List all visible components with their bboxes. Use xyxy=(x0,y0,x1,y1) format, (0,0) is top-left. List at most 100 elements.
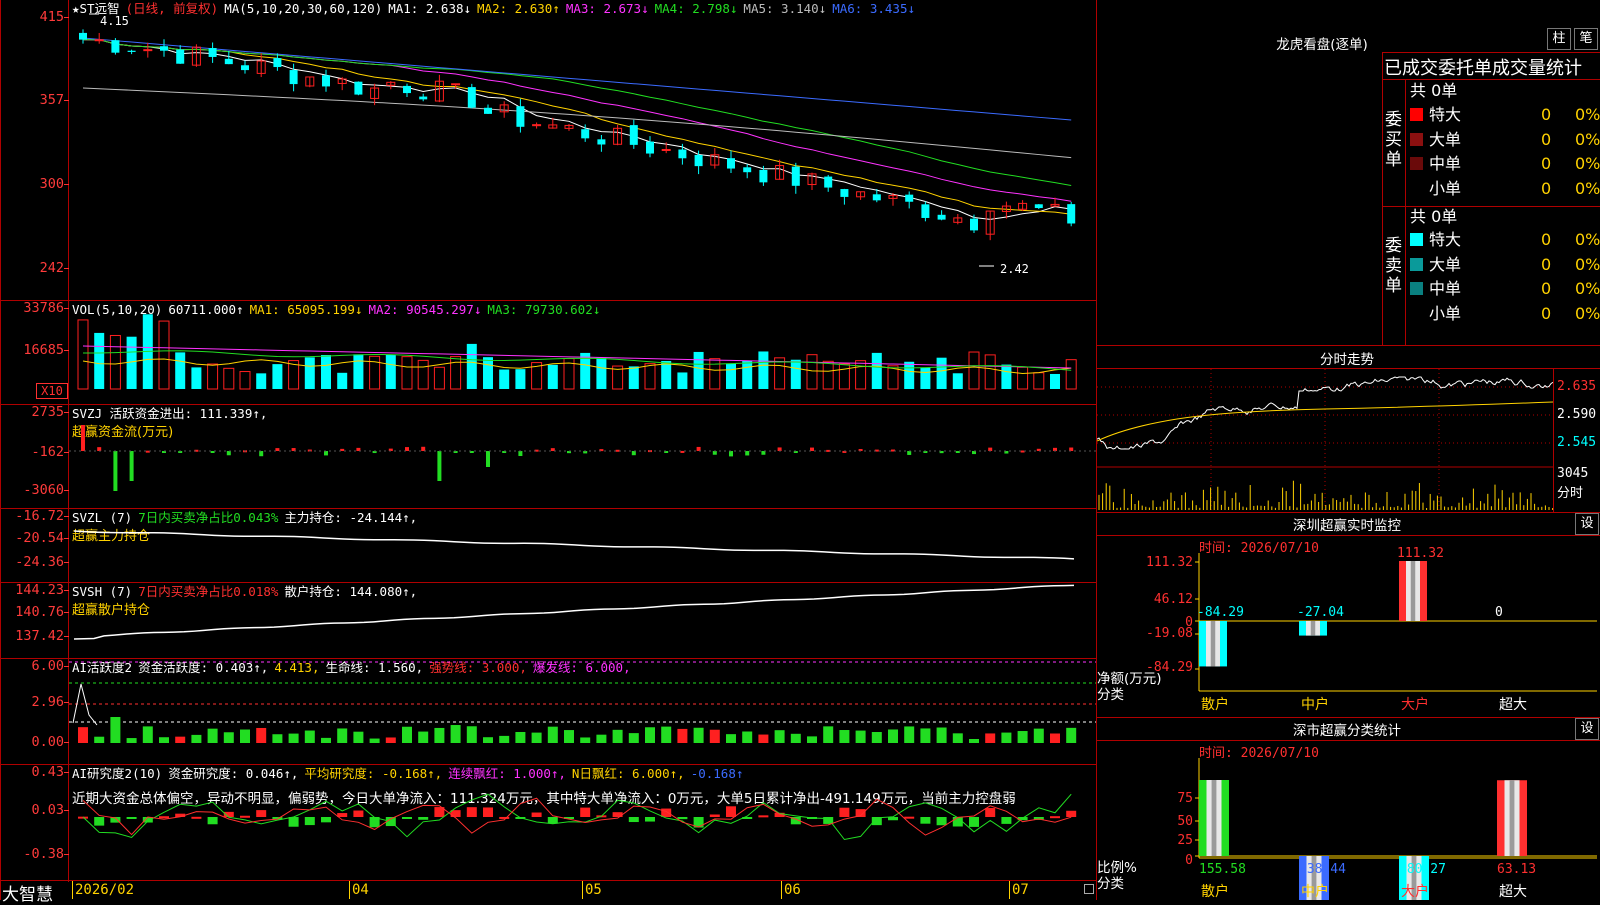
research-bar xyxy=(758,815,769,818)
date-tick xyxy=(349,881,350,899)
volume-bar xyxy=(968,351,980,390)
price-panel[interactable]: 415 357 300 242 ★ST远智 (日线, 前复权) MA(5,10,20,30… xyxy=(0,0,1096,300)
ai-research-panel[interactable]: 0.43 0.03 -0.38 AI研究度2(10) 资金研究度: 0.046↑, 平均… xyxy=(0,765,1096,880)
activity-bar xyxy=(402,726,412,743)
candle-body xyxy=(79,32,87,40)
activity-bar xyxy=(1066,727,1077,743)
research-bar xyxy=(288,817,299,827)
lhb-panel[interactable]: 龙虎看盘(逐单) 柱 笔 已成交委托单成交量统计 委买单 共 0单 特大 0 0% 大… xyxy=(1097,0,1600,345)
volume-bar xyxy=(677,372,688,389)
axis-label: 0.43 xyxy=(31,764,64,780)
volume-bar xyxy=(855,360,867,390)
candle-body xyxy=(921,204,930,218)
bar-shade xyxy=(1509,780,1515,856)
volume-bar xyxy=(483,357,493,389)
monitor-x-unit: 分类 xyxy=(1097,687,1124,703)
order-row-buy: 特大 xyxy=(1410,104,1461,126)
bar-value-label: 63.13 xyxy=(1497,862,1536,877)
intraday-vol-label: 3045 xyxy=(1557,466,1589,481)
activity-bar xyxy=(288,733,299,743)
order-size-label: 中单 xyxy=(1429,154,1462,173)
activity-bar xyxy=(645,727,655,743)
candle-body xyxy=(354,81,363,95)
activity-bar xyxy=(596,734,607,743)
axis-label: 0.03 xyxy=(31,802,64,818)
legend-swatch xyxy=(1410,132,1423,146)
svsh-panel[interactable]: 144.23 140.76 137.42 SVSH (7) 7日内买卖净占比0.018… xyxy=(0,583,1096,658)
candle-body xyxy=(289,70,298,85)
svzj-panel[interactable]: 2735 -162 -3060 SVZJ 活跃资金进出: 111.339↑, 超赢资… xyxy=(0,405,1096,508)
axis-label: 300 xyxy=(39,176,64,192)
ai-activity-panel[interactable]: 6.00 2.96 0.00 AI活跃度2 资金活跃度: 0.403↑, 4.413, 生… xyxy=(0,659,1096,764)
volume-bar xyxy=(628,366,639,389)
candle-body xyxy=(419,96,428,100)
flow-bar xyxy=(712,451,717,455)
research-bar xyxy=(920,817,931,824)
divider xyxy=(1405,79,1406,345)
volume-bar xyxy=(758,351,769,389)
vol-ma2 xyxy=(82,345,1072,369)
classify-stats-panel[interactable]: 深市超赢分类统计 设 时间: 2026/07/10 75 50 25 0 155.58 散… xyxy=(1097,718,1600,900)
lock-icon[interactable] xyxy=(1084,884,1094,894)
activity-bar xyxy=(337,728,348,743)
axis-label: 33786 xyxy=(23,300,64,316)
candle-body xyxy=(694,154,703,167)
realtime-monitor-panel[interactable]: 深圳超赢实时监控 设 时间: 2026/07/10 111.32 46.12 0 -1… xyxy=(1097,513,1600,717)
category-bar xyxy=(1497,780,1527,856)
order-count: 0 xyxy=(1541,178,1552,198)
research-bar xyxy=(1050,816,1060,819)
volume-bar xyxy=(661,360,672,389)
intraday-panel[interactable]: 分时走势 2.635 2.590 2.545 3045 分时 xyxy=(1097,346,1600,512)
ma6-line xyxy=(82,37,1072,121)
svzl-panel[interactable]: -16.72 -20.54 -24.36 SVZL (7) 7日内买卖净占比0.043… xyxy=(0,509,1096,582)
volume-bar xyxy=(1017,366,1029,390)
activity-bar xyxy=(823,726,834,743)
candle-body xyxy=(224,58,233,65)
order-row-sell: 小单 xyxy=(1410,303,1461,325)
candle-body xyxy=(840,189,849,197)
bar-mode-button[interactable]: 柱 xyxy=(1547,28,1571,50)
candle-body xyxy=(905,194,914,202)
buy-total: 共 0单 xyxy=(1410,81,1458,100)
flow-bar xyxy=(437,451,442,481)
legend-swatch xyxy=(1410,257,1423,271)
bar-shade xyxy=(1410,561,1416,621)
research-bar xyxy=(936,817,947,826)
research-bar xyxy=(94,817,105,826)
research-bar xyxy=(337,813,348,817)
activity-bar xyxy=(807,736,817,743)
activity-bar xyxy=(499,735,510,743)
flow-bar xyxy=(518,451,523,457)
activity-bar xyxy=(661,726,672,743)
research-bar xyxy=(709,814,720,817)
activity-bar xyxy=(693,727,704,743)
volume-bar xyxy=(904,361,915,389)
flow-bar xyxy=(486,451,490,467)
flow-bar xyxy=(907,451,912,455)
candle-body xyxy=(1067,204,1076,224)
category-label: 大户 xyxy=(1401,883,1429,900)
candle-body xyxy=(824,176,833,188)
activity-bar xyxy=(418,731,429,743)
research-bar xyxy=(726,806,736,817)
category-bar xyxy=(1199,780,1229,856)
volume-panel[interactable]: 33786 16685 VOL(5,10,20) 60711.000↑ MA1: 65… xyxy=(0,301,1096,404)
volume-bar xyxy=(790,359,801,389)
classify-x-unit: 分类 xyxy=(1097,876,1124,892)
activity-bar xyxy=(936,727,947,743)
candlestick-chart[interactable] xyxy=(69,0,1096,300)
activity-bar xyxy=(142,726,153,743)
volume-bar xyxy=(499,369,510,389)
axis-label: -20.54 xyxy=(15,530,64,546)
candle-body xyxy=(94,39,104,42)
low-price-label: 2.42 xyxy=(1000,262,1029,276)
activity-bar xyxy=(920,728,931,743)
tick-mode-button[interactable]: 笔 xyxy=(1574,28,1598,50)
volume-bar xyxy=(936,357,947,389)
axis-label: -162 xyxy=(31,444,64,460)
research-bar xyxy=(191,816,202,819)
category-label: 散户 xyxy=(1201,883,1229,900)
research-bar xyxy=(418,817,429,820)
activity-bar xyxy=(385,737,396,743)
volume-bar xyxy=(223,367,235,390)
